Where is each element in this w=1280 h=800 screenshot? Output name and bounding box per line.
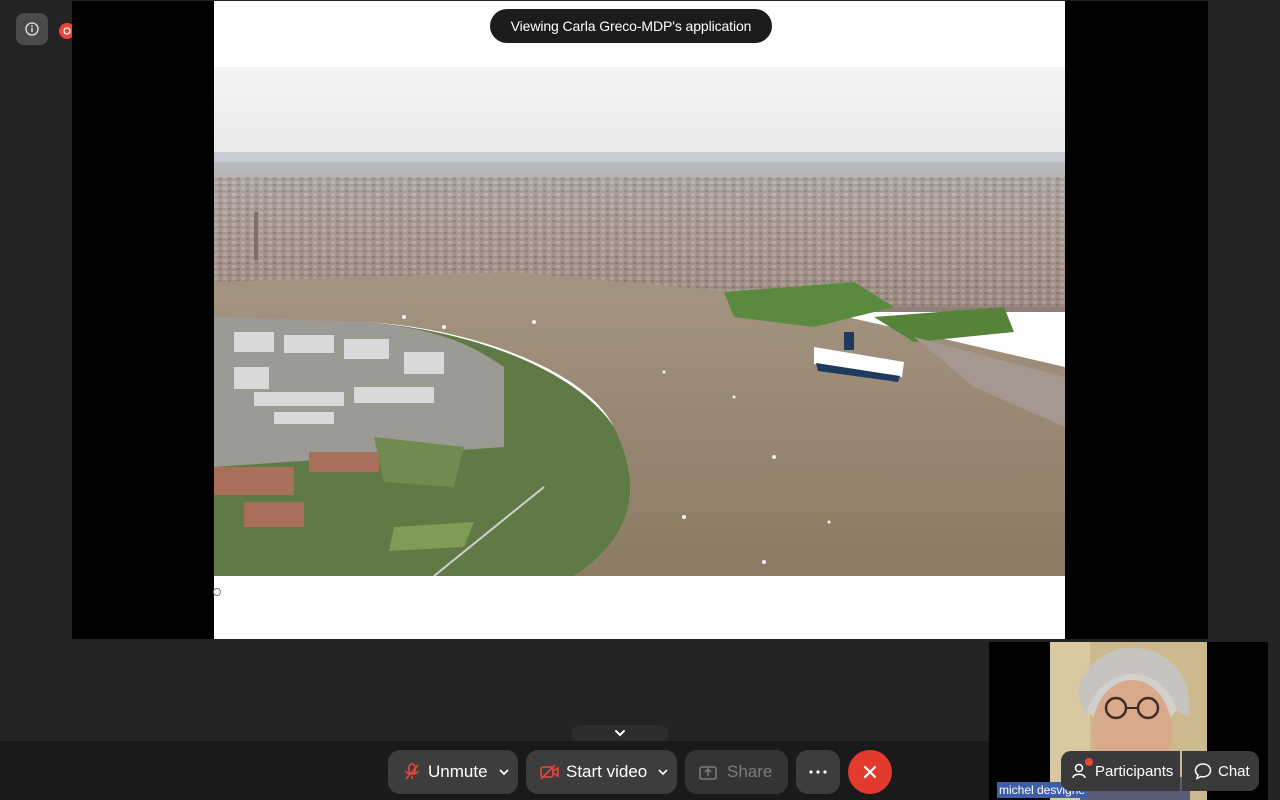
chevron-down-icon [658,769,668,775]
recording-dot-icon [63,27,71,35]
start-video-button[interactable]: Start video [526,750,677,794]
shared-slide [213,1,1065,639]
share-button[interactable]: Share [685,750,788,794]
video-options-dropdown[interactable] [649,750,677,794]
chat-button[interactable]: Chat [1182,751,1259,791]
viewing-banner: Viewing Carla Greco-MDP's application [490,9,772,43]
meeting-toolbar: Unmute Start video Share [0,741,989,800]
audio-options-dropdown[interactable] [490,750,518,794]
share-label: Share [727,762,773,781]
end-call-button[interactable] [848,750,892,794]
info-button[interactable] [16,13,48,45]
video-off-icon [540,764,559,780]
hand-cursor-icon [213,588,221,596]
participants-label: Participants [1095,762,1174,780]
unmute-label: Unmute [428,762,488,781]
share-screen-icon [699,766,717,780]
unmute-button[interactable]: Unmute [388,750,518,794]
close-icon [863,765,877,779]
toolbar-collapse-toggle[interactable] [572,725,668,741]
aerial-city-photo [214,67,1065,576]
chat-bubble-icon [1194,763,1212,780]
chevron-down-icon [499,769,509,775]
more-options-button[interactable] [796,750,840,794]
screen-share-stage [72,1,1208,639]
muted-microphone-icon [405,763,419,780]
viewing-banner-text: Viewing Carla Greco-MDP's application [510,18,752,34]
ellipsis-icon [809,770,827,774]
info-icon [25,22,39,36]
chevron-down-icon [615,730,625,737]
participants-button[interactable]: Participants [1061,751,1180,791]
notification-badge [1085,758,1093,766]
chat-label: Chat [1218,762,1250,780]
start-video-label: Start video [566,762,648,781]
